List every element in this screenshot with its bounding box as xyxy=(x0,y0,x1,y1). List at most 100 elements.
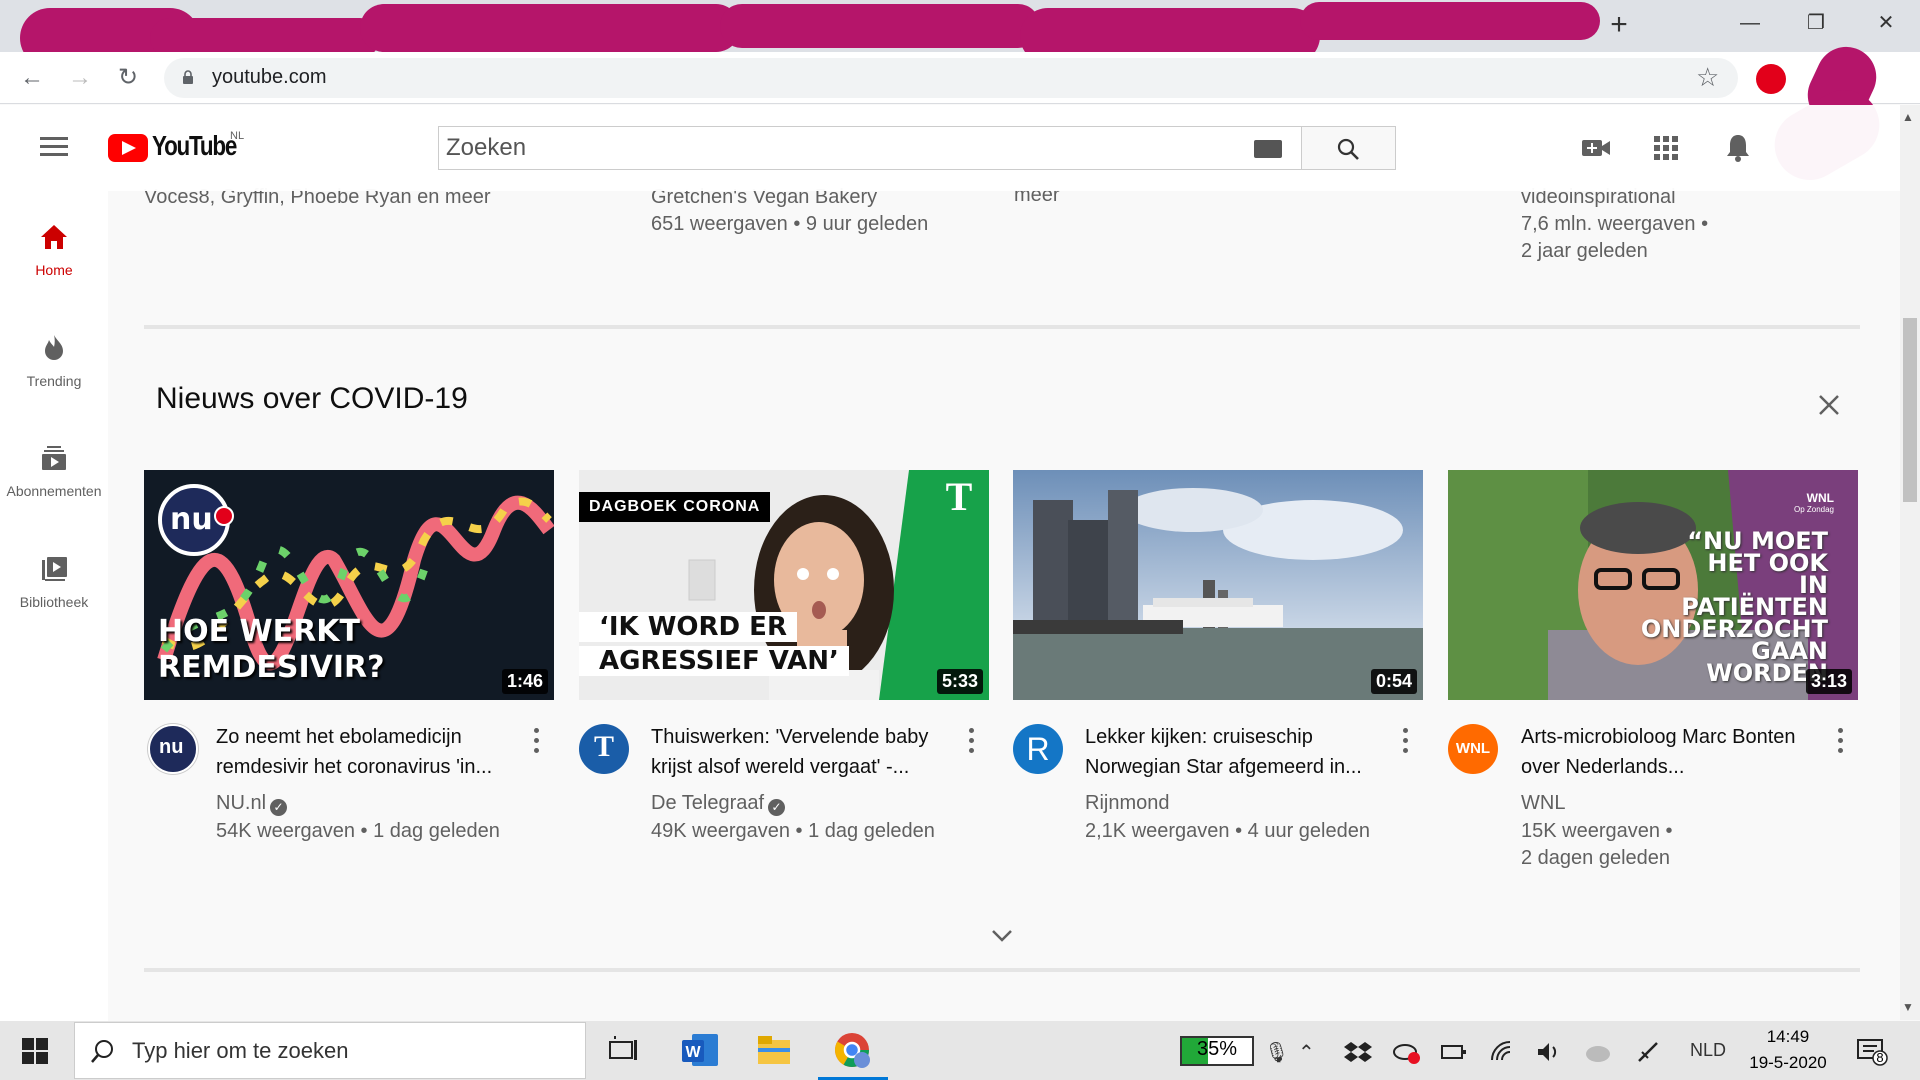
video-stats: 7,6 mln. weergaven • xyxy=(1521,213,1709,235)
taskbar-clock[interactable]: 14:49 19-5-2020 xyxy=(1748,1024,1828,1076)
video-title[interactable]: Lekker kijken: cruiseschip Norwegian Star… xyxy=(1085,722,1405,782)
sidebar-item-library[interactable]: Bibliotheek xyxy=(0,554,108,610)
create-video-icon[interactable] xyxy=(1580,132,1612,164)
channel-avatar[interactable]: WNL xyxy=(1448,724,1498,774)
video-channel[interactable]: Rijnmond xyxy=(1085,792,1169,815)
sidebar-item-subscriptions[interactable]: Abonnementen xyxy=(0,443,108,499)
video-title-line: krijst alsof wereld vergaat' -... xyxy=(651,756,910,778)
video-title-line: Norwegian Star afgemeerd in... xyxy=(1085,756,1362,778)
windows-start-icon[interactable] xyxy=(22,1038,48,1064)
video-channel[interactable]: WNL xyxy=(1521,792,1565,815)
clock-date: 19-5-2020 xyxy=(1749,1053,1827,1072)
video-stats: 651 weergaven • 9 uur geleden xyxy=(651,213,929,235)
url-text[interactable]: youtube.com xyxy=(212,66,327,89)
forward-arrow-icon[interactable]: → xyxy=(64,62,96,94)
video-channel[interactable]: De Telegraaf ✓ xyxy=(651,792,786,816)
video-title[interactable]: Thuiswerken: 'Vervelende baby krijst also… xyxy=(651,722,971,782)
video-thumbnail[interactable]: 0:54 xyxy=(1013,470,1423,700)
more-options-icon[interactable] xyxy=(1403,728,1409,754)
scrollbar-thumb[interactable] xyxy=(1903,318,1917,502)
power-battery-icon[interactable] xyxy=(1440,1040,1468,1064)
video-stats-line: 49K weergaven • 1 dag geleden xyxy=(651,820,935,842)
video-thumbnail[interactable]: WNL Op Zondag “NU MOET HET OOK IN PATIËNT… xyxy=(1448,470,1858,700)
video-title-line: Arts-microbioloog Marc Bonten xyxy=(1521,726,1796,748)
video-title[interactable]: Arts-microbioloog Marc Bonten over Nederl… xyxy=(1521,722,1841,782)
minimize-button[interactable]: — xyxy=(1730,8,1770,38)
channel-avatar[interactable]: R xyxy=(1013,724,1063,774)
video-title-line: Lekker kijken: cruiseschip xyxy=(1085,726,1313,748)
bookmark-star-icon[interactable]: ☆ xyxy=(1696,62,1719,93)
redaction-scribble xyxy=(360,4,740,52)
file-explorer-icon[interactable] xyxy=(754,1030,794,1070)
onedrive-error-icon[interactable] xyxy=(1392,1040,1420,1064)
thumbnail-text: HOE WERKT xyxy=(158,614,360,649)
video-title-line: over Nederlands... xyxy=(1521,756,1685,778)
sidebar-item-label: Home xyxy=(35,262,73,278)
dropbox-icon[interactable] xyxy=(1344,1040,1372,1064)
notifications-bell-icon[interactable] xyxy=(1722,132,1754,164)
new-tab-button[interactable]: + xyxy=(1604,10,1634,40)
task-view-icon[interactable] xyxy=(604,1030,644,1070)
extension-icon[interactable] xyxy=(1756,64,1786,94)
chevron-down-icon[interactable] xyxy=(988,926,1016,946)
more-options-icon[interactable] xyxy=(1838,728,1844,754)
thumbnail-quote: “NU MOET HET OOK IN PATIËNTEN ONDERZOCHT… xyxy=(1641,529,1828,685)
scroll-up-icon[interactable]: ▲ xyxy=(1902,110,1914,124)
channel-avatar[interactable]: nu xyxy=(148,724,198,774)
volume-icon[interactable] xyxy=(1536,1040,1564,1064)
brand-text: WNL xyxy=(1806,491,1834,505)
verified-check-icon: ✓ xyxy=(768,799,786,816)
apps-grid-icon[interactable] xyxy=(1650,132,1682,164)
home-icon xyxy=(41,225,67,249)
scrollbar-track[interactable] xyxy=(1900,105,1920,1020)
sidebar-item-trending[interactable]: Trending xyxy=(0,333,108,389)
search-icon xyxy=(91,1040,113,1063)
keyboard-icon[interactable] xyxy=(1254,140,1282,158)
lock-icon xyxy=(183,70,193,84)
thumbnail-graphic xyxy=(1013,470,1423,700)
chevron-up-icon[interactable]: ⌃ xyxy=(1298,1040,1315,1065)
subscriptions-icon xyxy=(42,446,66,470)
back-arrow-icon[interactable]: ← xyxy=(16,62,48,94)
more-options-icon[interactable] xyxy=(534,728,540,754)
pen-icon[interactable] xyxy=(1636,1040,1660,1064)
search-input[interactable] xyxy=(446,131,1206,165)
video-duration: 5:33 xyxy=(936,669,983,694)
video-stats-line: 2 dagen geleden xyxy=(1521,847,1671,869)
video-stats-line: 54K weergaven • 1 dag geleden xyxy=(216,820,500,842)
svg-text:W: W xyxy=(685,1044,701,1061)
more-options-icon[interactable] xyxy=(969,728,975,754)
video-title-line: remdesivir het coronavirus 'in... xyxy=(216,756,493,778)
hamburger-menu-icon[interactable] xyxy=(40,137,68,157)
youtube-logo-text[interactable]: YouTube xyxy=(152,130,237,162)
video-stats-line: 2,1K weergaven • 4 uur geleden xyxy=(1085,820,1370,842)
scroll-down-icon[interactable]: ▼ xyxy=(1902,1000,1914,1014)
sidebar-item-label: Bibliotheek xyxy=(19,594,89,610)
microphone-icon[interactable]: 🎙 xyxy=(1264,1040,1289,1065)
channel-name: NU.nl xyxy=(216,792,267,814)
library-icon xyxy=(42,557,67,581)
word-app-icon[interactable]: W xyxy=(680,1030,720,1070)
chrome-app-icon[interactable] xyxy=(832,1030,872,1070)
thumbnail-logo-text: nu xyxy=(170,502,213,537)
section-divider xyxy=(144,968,1860,972)
cloud-upload-icon[interactable] xyxy=(1584,1040,1612,1064)
search-button[interactable] xyxy=(1301,126,1396,170)
video-thumbnail[interactable]: T DAGBOEK CORONA ‘IK WORD ER AGRESSIEF V… xyxy=(579,470,989,700)
channel-avatar[interactable]: T xyxy=(579,724,629,774)
maximize-button[interactable]: ❐ xyxy=(1796,8,1836,38)
wifi-icon[interactable] xyxy=(1488,1040,1516,1064)
video-title[interactable]: Zo neemt het ebolamedicijn remdesivir het… xyxy=(216,722,536,782)
sidebar-item-home[interactable]: Home xyxy=(0,222,108,278)
redaction-scribble xyxy=(720,4,1040,48)
trending-icon xyxy=(45,335,63,360)
taskbar-search-input[interactable]: Typ hier om te zoeken xyxy=(132,1038,348,1064)
close-window-button[interactable]: ✕ xyxy=(1866,8,1906,38)
close-icon[interactable] xyxy=(1814,390,1844,420)
reload-icon[interactable]: ↻ xyxy=(112,62,144,94)
video-channel[interactable]: NU.nl ✓ xyxy=(216,792,288,816)
language-indicator[interactable]: NLD xyxy=(1690,1040,1726,1061)
address-bar[interactable] xyxy=(164,58,1738,98)
video-thumbnail[interactable]: nu HOE WERKT REMDESIVIR? 1:46 xyxy=(144,470,554,700)
verified-check-icon: ✓ xyxy=(270,799,288,816)
